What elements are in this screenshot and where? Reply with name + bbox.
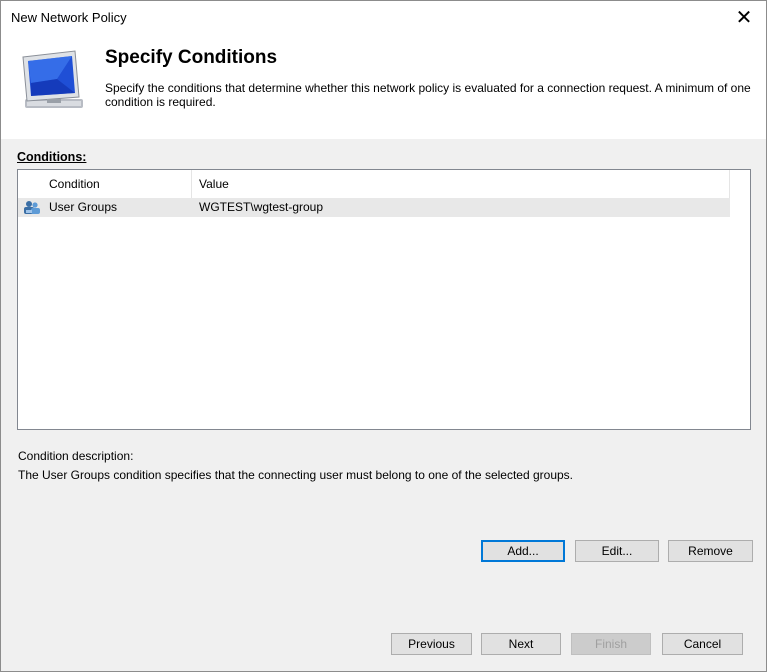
finish-button-label: Finish	[594, 637, 627, 651]
wizard-header: Specify Conditions Specify the condition…	[1, 35, 766, 139]
add-button-label: Add...	[507, 544, 539, 558]
row-value: WGTEST\wgtest-group	[199, 200, 324, 214]
remove-button-label: Remove	[688, 544, 733, 558]
column-header-value[interactable]: Value	[199, 170, 229, 198]
column-separator-end	[729, 170, 730, 198]
finish-button: Finish	[571, 633, 651, 655]
row-condition: User Groups	[49, 200, 118, 214]
title-bar: New Network Policy ✕	[1, 1, 766, 35]
column-separator[interactable]	[191, 170, 192, 198]
window-title: New Network Policy	[11, 10, 127, 25]
table-row[interactable]: User Groups WGTEST\wgtest-group	[18, 198, 730, 217]
list-header: Condition Value	[18, 170, 730, 199]
next-button[interactable]: Next	[481, 633, 561, 655]
close-button[interactable]: ✕	[730, 5, 758, 31]
new-network-policy-window: New Network Policy ✕ Specify Conditions …	[0, 0, 767, 672]
condition-description-text: The User Groups condition specifies that…	[18, 468, 573, 482]
next-button-label: Next	[508, 637, 534, 651]
network-computer-icon	[22, 50, 83, 108]
edit-button[interactable]: Edit...	[575, 540, 659, 562]
edit-button-label: Edit...	[601, 544, 633, 558]
conditions-list[interactable]: Condition Value User Groups WGTEST\wgtes…	[17, 169, 751, 430]
cancel-button[interactable]: Cancel	[662, 633, 743, 655]
add-button[interactable]: Add...	[481, 540, 565, 562]
conditions-label-text: Conditions:	[17, 150, 87, 164]
cancel-button-label: Cancel	[683, 637, 722, 651]
remove-button[interactable]: Remove	[668, 540, 753, 562]
previous-button[interactable]: Previous	[391, 633, 472, 655]
page-description: Specify the conditions that determine wh…	[105, 81, 751, 109]
conditions-label: Conditions:	[17, 150, 86, 164]
page-title: Specify Conditions	[105, 47, 278, 68]
close-icon: ✕	[735, 7, 753, 29]
footer-divider	[1, 613, 766, 614]
previous-button-label: Previous	[408, 637, 455, 651]
column-header-condition[interactable]: Condition	[49, 170, 100, 198]
condition-description-label: Condition description:	[18, 449, 134, 463]
user-group-icon	[24, 201, 40, 214]
